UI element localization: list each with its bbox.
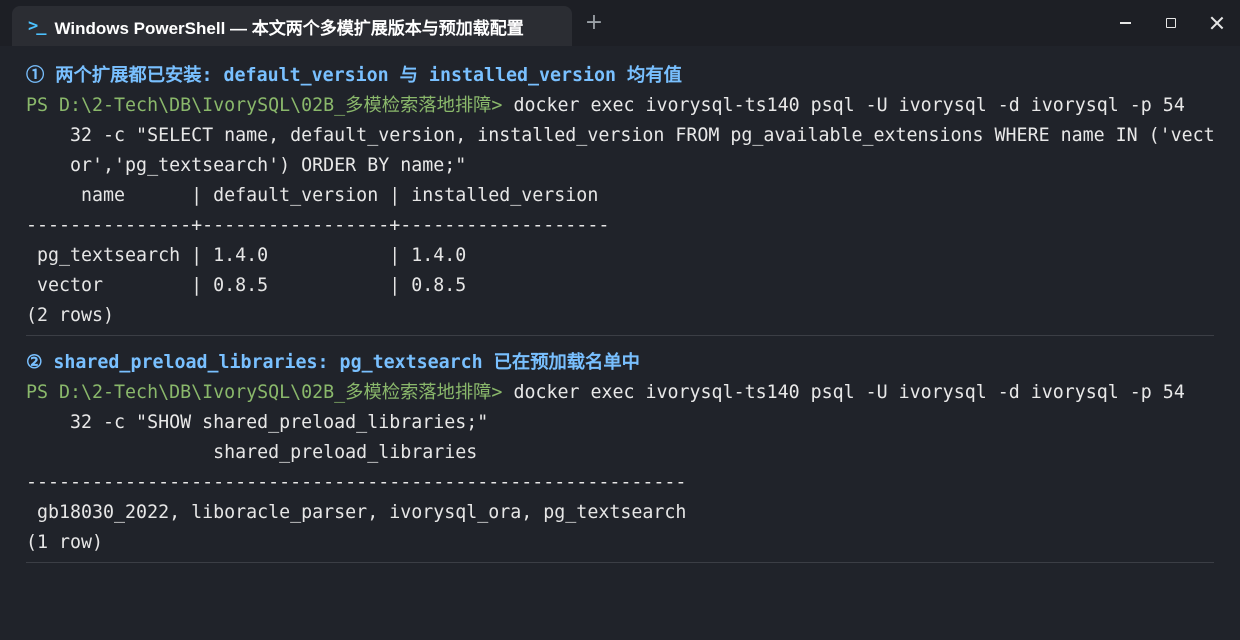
maximize-icon xyxy=(1166,18,1176,28)
section2-table-header: shared_preload_libraries xyxy=(26,442,478,463)
section1-command-text: docker exec ivorysql-ts140 psql -U ivory… xyxy=(502,95,1185,116)
table-row: gb18030_2022, liboracle_parser, ivorysql… xyxy=(26,502,687,523)
section1-row-count: (2 rows) xyxy=(26,305,115,326)
section2-heading: ② shared_preload_libraries: pg_textsearc… xyxy=(26,352,640,373)
section1-table-header: name | default_version | installed_versi… xyxy=(26,185,599,206)
close-icon xyxy=(1210,16,1224,30)
section2-command: PS D:\2-Tech\DB\IvorySQL\02B_多模检索落地排障> d… xyxy=(26,378,1221,408)
section2-row-count: (1 row) xyxy=(26,532,104,553)
section2-table-separator: ----------------------------------------… xyxy=(26,472,687,493)
section1-table-separator: ---------------+-----------------+------… xyxy=(26,215,610,236)
maximize-button[interactable] xyxy=(1148,0,1194,46)
section1-command-wrap-2: or','pg_textsearch') ORDER BY name;" xyxy=(26,155,467,176)
section2-command-wrap-1: 32 -c "SHOW shared_preload_libraries;" xyxy=(26,412,489,433)
section1-command-wrap-1: 32 -c "SELECT name, default_version, ins… xyxy=(26,125,1215,146)
section2-command-text: docker exec ivorysql-ts140 psql -U ivory… xyxy=(502,382,1185,403)
minimize-icon xyxy=(1119,22,1131,24)
table-row: pg_textsearch | 1.4.0 | 1.4.0 xyxy=(26,245,467,266)
terminal-window: >_ Windows PowerShell — 本文两个多模扩展版本与预加载配置… xyxy=(0,0,1240,640)
table-row: vector | 0.8.5 | 0.8.5 xyxy=(26,275,467,296)
new-tab-button[interactable]: + xyxy=(582,8,606,38)
section1-prompt: PS D:\2-Tech\DB\IvorySQL\02B_多模检索落地排障> xyxy=(26,95,503,116)
title-bar: >_ Windows PowerShell — 本文两个多模扩展版本与预加载配置… xyxy=(0,0,1240,46)
tab-title: Windows PowerShell — 本文两个多模扩展版本与预加载配置 xyxy=(54,18,524,38)
section2-prompt: PS D:\2-Tech\DB\IvorySQL\02B_多模检索落地排障> xyxy=(26,382,503,403)
close-button[interactable] xyxy=(1194,0,1240,46)
powershell-icon: >_ xyxy=(28,16,47,36)
terminal-output[interactable]: ① 两个扩展都已安装: default_version 与 installed_… xyxy=(26,61,1221,567)
active-tab[interactable]: >_ Windows PowerShell — 本文两个多模扩展版本与预加载配置 xyxy=(12,6,572,46)
section1-heading: ① 两个扩展都已安装: default_version 与 installed_… xyxy=(26,65,682,86)
minimize-button[interactable] xyxy=(1102,0,1148,46)
section-divider xyxy=(26,562,1214,563)
section-divider xyxy=(26,335,1214,336)
section1-command: PS D:\2-Tech\DB\IvorySQL\02B_多模检索落地排障> d… xyxy=(26,91,1221,121)
